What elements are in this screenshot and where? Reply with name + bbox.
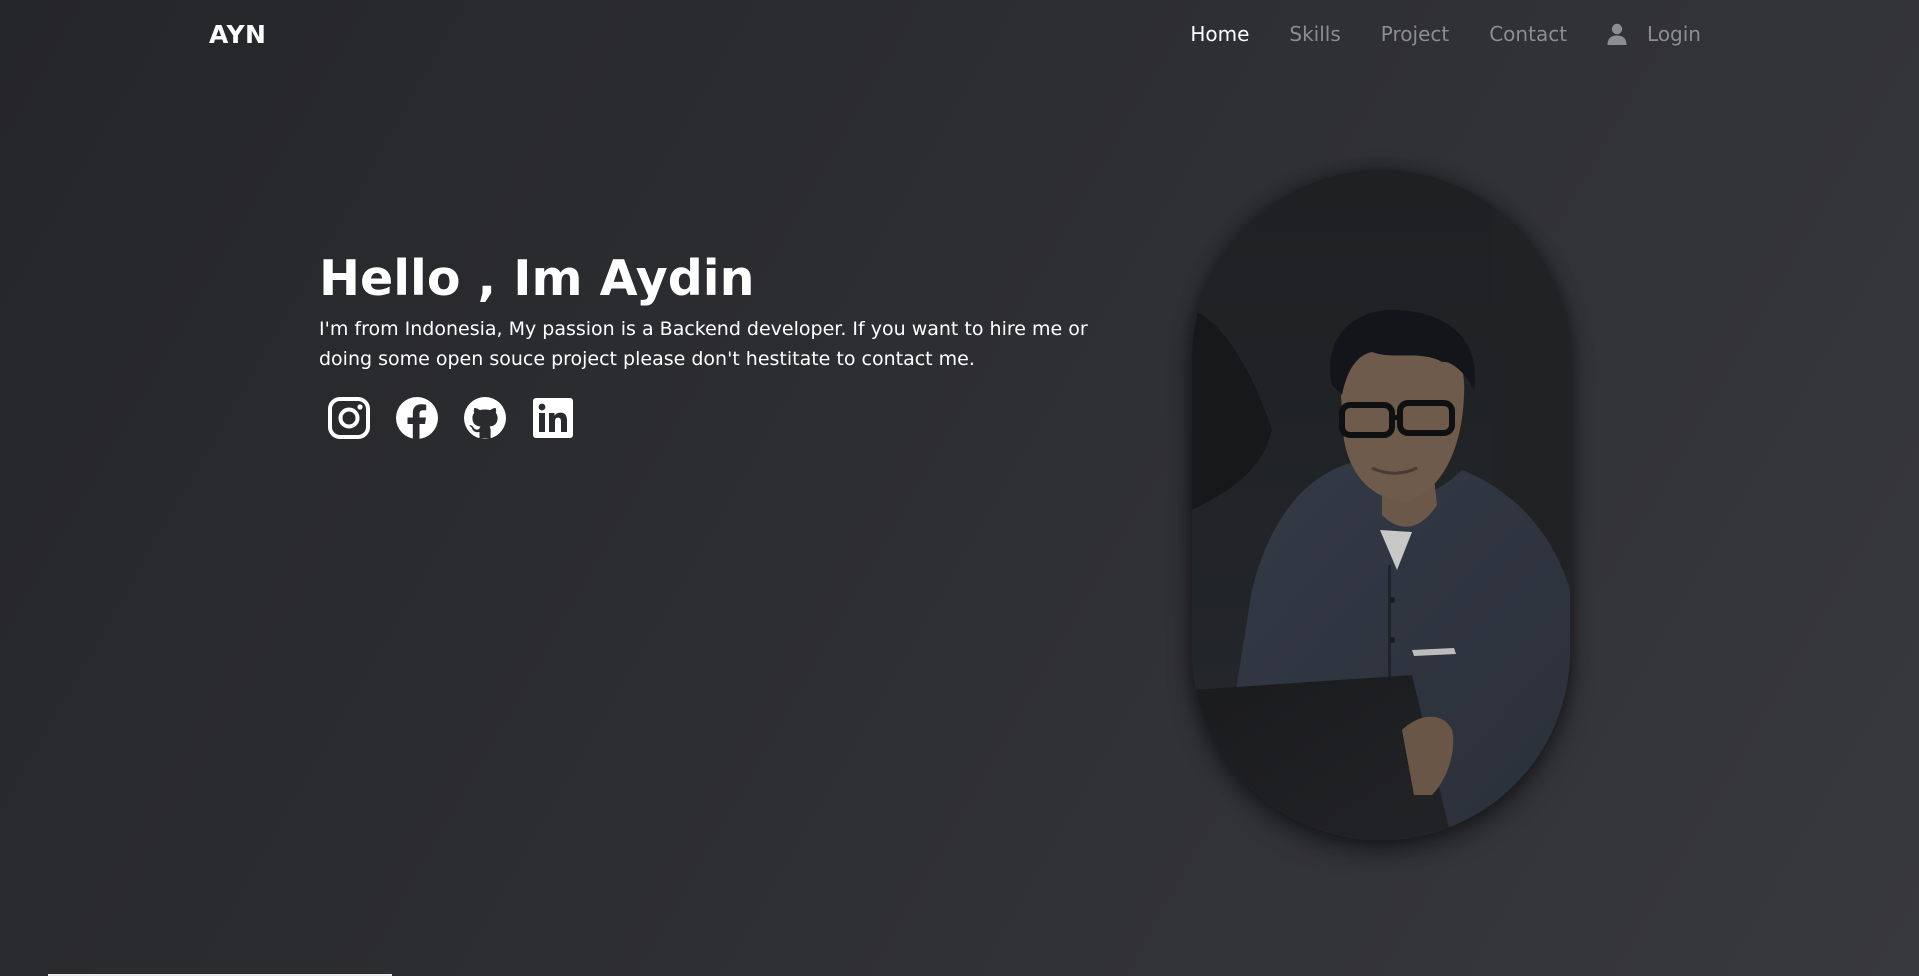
linkedin-icon[interactable] [531,396,575,440]
instagram-icon[interactable] [327,396,371,440]
nav-skills[interactable]: Skills [1289,22,1340,46]
nav-project[interactable]: Project [1381,22,1449,46]
hero-section: Hello , Im Aydin I'm from Indonesia, My … [319,248,1109,440]
nav-links: Home Skills Project Contact Login [1150,22,1701,46]
hero-title: Hello , Im Aydin [319,250,755,307]
navbar: AYN Home Skills Project Contact Login [0,0,1919,72]
social-links [327,396,1109,440]
brand-logo[interactable]: AYN [209,20,266,49]
login-label: Login [1647,22,1701,46]
facebook-icon[interactable] [395,396,439,440]
person-image [1192,170,1570,840]
login-button[interactable]: Login [1607,22,1701,46]
nav-home[interactable]: Home [1190,22,1249,46]
hero-description: I'm from Indonesia, My passion is a Back… [319,318,1088,370]
nav-contact[interactable]: Contact [1489,22,1567,46]
user-icon [1607,23,1627,45]
profile-photo [1192,170,1570,840]
github-icon[interactable] [463,396,507,440]
